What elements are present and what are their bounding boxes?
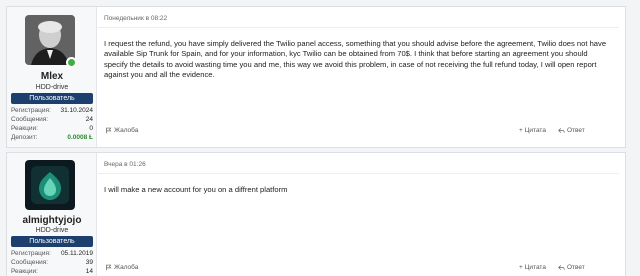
report-label: Жалоба xyxy=(114,127,139,134)
stat-label: Сообщения: xyxy=(11,259,49,266)
reply-icon xyxy=(558,265,565,270)
divider xyxy=(98,173,619,174)
user-stat-registration: Регистрация: 31.10.2024 xyxy=(11,106,93,115)
user-title: HDD-drive xyxy=(35,84,69,91)
quote-label: + Цитата xyxy=(519,264,546,271)
flag-icon xyxy=(106,264,112,271)
stat-label: Депозит: xyxy=(11,134,38,141)
stat-value: 24 xyxy=(85,116,93,123)
reply-label: Ответ xyxy=(567,127,585,134)
forum-post: almightyjojo HDD-drive Пользователь Реги… xyxy=(6,152,626,276)
username[interactable]: Mlex xyxy=(7,71,97,82)
avatar-image xyxy=(25,160,75,210)
user-panel: Mlex HDD-drive Пользователь Регистрация:… xyxy=(7,7,97,147)
user-stat-reactions: Реакции: 0 xyxy=(11,124,93,133)
stat-label: Регистрация: xyxy=(11,250,51,257)
reply-icon xyxy=(558,128,565,133)
stat-label: Регистрация: xyxy=(11,107,51,114)
quote-label: + Цитата xyxy=(519,127,546,134)
divider xyxy=(98,27,619,28)
user-stat-reactions: Реакции: 14 xyxy=(11,267,93,276)
flag-icon xyxy=(106,127,112,134)
stat-value: 31.10.2024 xyxy=(60,107,93,114)
user-stat-deposit: Депозит: 0.0008 Ł xyxy=(11,133,93,142)
user-title: HDD-drive xyxy=(35,227,69,234)
user-panel: almightyjojo HDD-drive Пользователь Реги… xyxy=(7,153,97,276)
report-button[interactable]: Жалоба xyxy=(105,127,138,134)
stat-label: Реакции: xyxy=(11,125,38,132)
avatar[interactable] xyxy=(25,160,75,210)
stat-label: Реакции: xyxy=(11,268,38,275)
post-date[interactable]: Понедельник в 08:22 xyxy=(104,15,167,22)
user-stat-messages: Сообщения: 24 xyxy=(11,115,93,124)
report-label: Жалоба xyxy=(114,264,139,271)
stat-label: Сообщения: xyxy=(11,116,49,123)
stat-value: 0.0008 Ł xyxy=(67,134,93,141)
user-stat-registration: Регистрация: 05.11.2019 xyxy=(11,249,93,258)
post-date[interactable]: Вчера в 01:26 xyxy=(104,161,146,168)
online-status-icon xyxy=(66,57,77,68)
forum-post: Mlex HDD-drive Пользователь Регистрация:… xyxy=(6,6,626,148)
post-message: I will make a new account for you on a d… xyxy=(104,185,288,194)
stat-value: 14 xyxy=(85,268,93,275)
quote-button[interactable]: + Цитата xyxy=(519,264,546,271)
post-message: I request the refund, you have simply de… xyxy=(104,39,607,80)
username[interactable]: almightyjojo xyxy=(7,215,97,226)
report-button[interactable]: Жалоба xyxy=(105,264,138,271)
reply-label: Ответ xyxy=(567,264,585,271)
reply-button[interactable]: Ответ xyxy=(558,127,585,134)
role-badge: Пользователь xyxy=(11,93,93,104)
quote-button[interactable]: + Цитата xyxy=(519,127,546,134)
stat-value: 39 xyxy=(85,259,93,266)
role-badge: Пользователь xyxy=(11,236,93,247)
reply-button[interactable]: Ответ xyxy=(558,264,585,271)
user-stat-messages: Сообщения: 39 xyxy=(11,258,93,267)
stat-value: 05.11.2019 xyxy=(60,250,93,257)
stat-value: 0 xyxy=(89,125,93,132)
